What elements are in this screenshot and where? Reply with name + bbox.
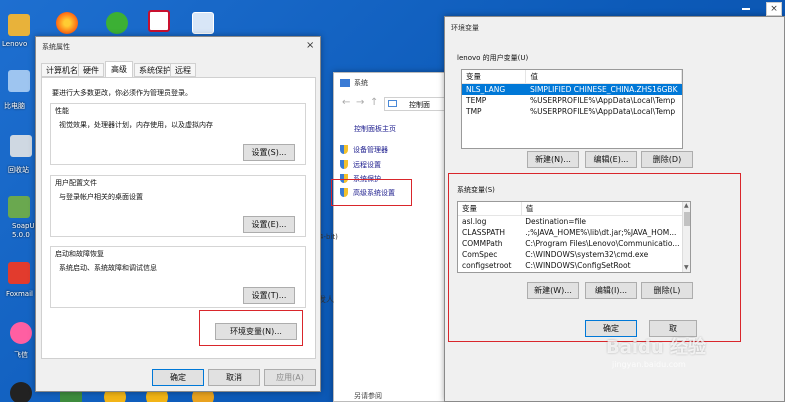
system-window-title: 系统 [354, 79, 368, 87]
user-profiles-group: 用户配置文件 与登录帐户相关的桌面设置 设置(E)... [50, 175, 306, 237]
tab-label: 硬件 [83, 66, 99, 75]
cancel-button[interactable]: 取消 [208, 369, 260, 386]
qq-icon[interactable] [10, 382, 32, 402]
tab-label: 高级 [111, 65, 127, 74]
baidu-watermark: Baidu 经验 [606, 337, 707, 358]
sysprops-title: 系统属性 [42, 43, 70, 51]
highlight-system-vars [448, 173, 741, 342]
user-edit-button[interactable]: 编辑(E)... [585, 151, 637, 168]
startup-recovery-settings-button[interactable]: 设置(T)... [243, 287, 295, 304]
desktop-icon-label: Lenovo [2, 40, 28, 48]
apply-button[interactable]: 应用(A) [264, 369, 316, 386]
user-profiles-title: 用户配置文件 [55, 179, 97, 187]
tab-hardware[interactable]: 硬件 [78, 63, 104, 77]
firefox-icon[interactable] [56, 12, 78, 34]
desktop-icon-label: 飞信 [14, 351, 28, 359]
highlight-env-button [199, 310, 303, 346]
foxmail-icon [8, 262, 30, 284]
performance-desc: 视觉效果，处理器计划，内存使用，以及虚拟内存 [59, 121, 213, 129]
sidebar-link-label: 远程设置 [353, 161, 381, 169]
forward-arrow-icon[interactable]: → [356, 97, 364, 108]
user-profiles-desc: 与登录帐户相关的桌面设置 [59, 193, 143, 201]
tab-label: 系统保护 [139, 66, 171, 75]
table-row[interactable]: NLS_LANG SIMPLIFIED CHINESE_CHINA.ZHS16GB… [462, 83, 682, 95]
up-arrow-icon[interactable]: ↑ [370, 97, 378, 108]
startup-recovery-desc: 系统启动、系统故障和调试信息 [59, 264, 157, 272]
close-icon[interactable]: × [766, 2, 782, 16]
desktop-icon-label: Foxmail [6, 290, 33, 298]
tab-label: 远程 [175, 66, 191, 75]
pdf-icon[interactable] [148, 10, 170, 32]
user-profiles-settings-button[interactable]: 设置(E)... [243, 216, 295, 233]
shield-icon [340, 160, 348, 169]
tab-computer-name[interactable]: 计算机名 [41, 63, 83, 77]
fetion-icon [10, 322, 32, 344]
startup-recovery-group: 启动和故障恢复 系统启动、系统故障和调试信息 设置(T)... [50, 246, 306, 308]
wechat-icon[interactable] [106, 12, 128, 34]
user-vars-table: 变量值 NLS_LANG SIMPLIFIED CHINESE_CHINA.ZHS… [461, 69, 683, 149]
back-arrow-icon[interactable]: ← [342, 97, 350, 108]
address-text: 控制面 [409, 101, 430, 109]
close-icon[interactable]: × [306, 40, 314, 51]
user-delete-button[interactable]: 删除(D) [641, 151, 693, 168]
baidu-watermark-url: jingyan.baidu.com [612, 360, 686, 369]
performance-title: 性能 [55, 107, 69, 115]
recycle-bin-icon [10, 135, 32, 157]
user-vars-label: lenovo 的用户变量(U) [457, 54, 529, 62]
bitness-text-fragment: 4-bit) [319, 233, 338, 241]
desktop-icon-label: 回收站 [8, 166, 29, 174]
see-also-label: 另请参阅 [354, 392, 382, 400]
performance-group: 性能 视觉效果，处理器计划，内存使用，以及虚拟内存 设置(S)... [50, 103, 306, 165]
minimize-icon[interactable] [742, 8, 750, 10]
envvars-title: 环境变量 [451, 24, 479, 32]
table-row[interactable]: TEMP %USERPROFILE%\AppData\Local\Temp [462, 95, 682, 106]
document-icon[interactable] [192, 12, 214, 34]
computer-icon [8, 70, 30, 92]
soapui-icon [8, 196, 30, 218]
monitor-icon [388, 100, 397, 107]
ok-button[interactable]: 确定 [152, 369, 204, 386]
column-header-value[interactable]: 值 [525, 70, 682, 84]
control-panel-home-link[interactable]: 控制面板主页 [354, 124, 396, 134]
admin-notice: 要进行大多数更改，你必须作为管理员登录。 [52, 89, 192, 97]
highlight-advanced-settings [331, 179, 412, 206]
startup-recovery-title: 启动和故障恢复 [55, 250, 104, 258]
system-window-icon [340, 79, 350, 87]
shield-icon [340, 145, 348, 154]
desktop-icon-label: 比电脑 [4, 102, 25, 110]
lenovo-icon [8, 14, 30, 36]
sidebar-link-label: 设备管理器 [353, 146, 388, 154]
user-new-button[interactable]: 新建(N)... [527, 151, 579, 168]
table-row[interactable]: TMP %USERPROFILE%\AppData\Local\Temp [462, 106, 682, 117]
column-header-variable[interactable]: 变量 [462, 70, 527, 84]
tab-advanced[interactable]: 高级 [105, 61, 133, 78]
tab-label: 计算机名 [46, 66, 78, 75]
tab-remote[interactable]: 远程 [170, 63, 196, 77]
performance-settings-button[interactable]: 设置(S)... [243, 144, 295, 161]
